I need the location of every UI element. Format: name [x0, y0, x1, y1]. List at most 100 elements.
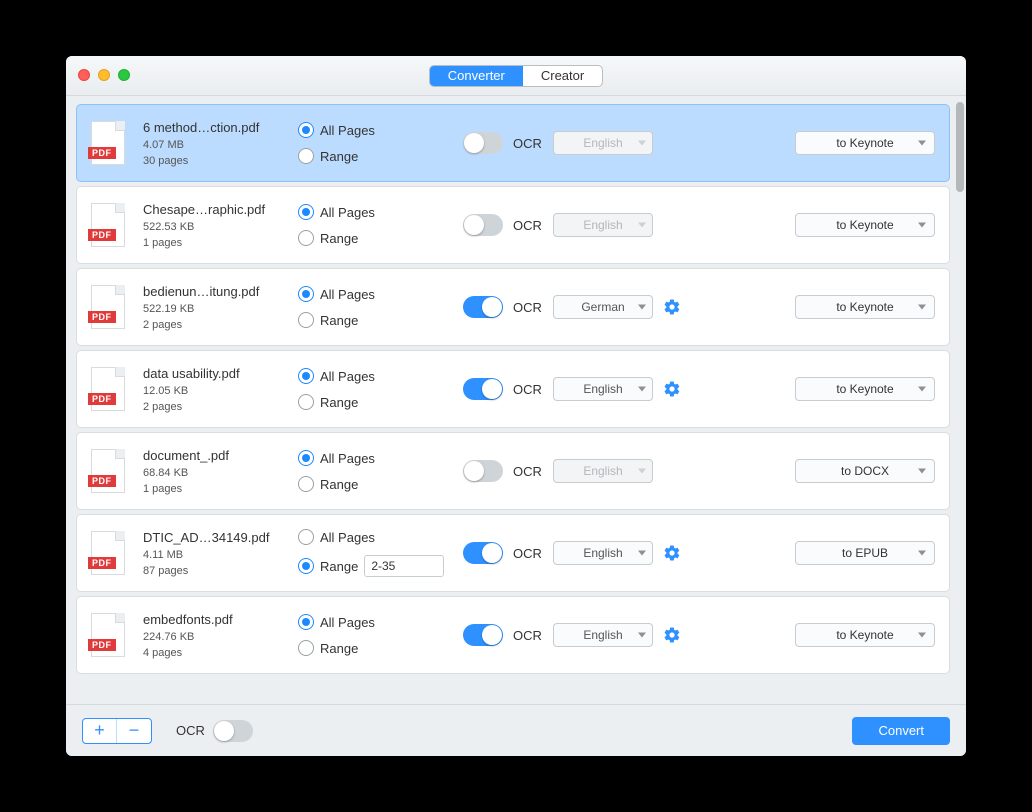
pdf-icon: PDF — [91, 367, 125, 411]
radio-all-pages-label: All Pages — [320, 205, 375, 220]
gear-icon[interactable] — [663, 298, 681, 316]
radio-all-pages[interactable] — [298, 368, 314, 384]
ocr-language-select[interactable]: English — [553, 459, 653, 483]
ocr-switch[interactable] — [463, 296, 503, 318]
convert-button[interactable]: Convert — [852, 717, 950, 745]
file-list: PDF 6 method…ction.pdf 4.07 MB 30 pages … — [66, 96, 966, 704]
file-row[interactable]: PDF data usability.pdf 12.05 KB 2 pages … — [76, 350, 950, 428]
gear-icon[interactable] — [663, 544, 681, 562]
chevron-down-icon — [638, 633, 646, 638]
output-format-select[interactable]: to Keynote — [795, 295, 935, 319]
file-pagecount: 1 pages — [143, 483, 298, 495]
file-name: data usability.pdf — [143, 366, 298, 381]
radio-all-pages[interactable] — [298, 614, 314, 630]
radio-range[interactable] — [298, 476, 314, 492]
ocr-language-value: English — [583, 218, 622, 232]
file-name: bedienun…itung.pdf — [143, 284, 298, 299]
output-format-select[interactable]: to Keynote — [795, 213, 935, 237]
radio-range[interactable] — [298, 640, 314, 656]
radio-range[interactable] — [298, 394, 314, 410]
radio-range[interactable] — [298, 148, 314, 164]
footer-ocr-switch[interactable] — [213, 720, 253, 742]
chevron-down-icon — [918, 469, 926, 474]
ocr-language-select[interactable]: English — [553, 377, 653, 401]
output-format-select[interactable]: to DOCX — [795, 459, 935, 483]
page-options: All Pages Range — [298, 204, 463, 246]
add-button[interactable]: + — [83, 719, 117, 743]
chevron-down-icon — [918, 223, 926, 228]
ocr-language-select[interactable]: English — [553, 131, 653, 155]
minimize-icon[interactable] — [98, 69, 110, 81]
ocr-language-value: English — [583, 464, 622, 478]
scrollbar-thumb[interactable] — [956, 102, 964, 192]
chevron-down-icon — [638, 551, 646, 556]
radio-all-pages[interactable] — [298, 122, 314, 138]
chevron-down-icon — [918, 305, 926, 310]
radio-all-pages[interactable] — [298, 529, 314, 545]
radio-range[interactable] — [298, 312, 314, 328]
file-row[interactable]: PDF Chesape…raphic.pdf 522.53 KB 1 pages… — [76, 186, 950, 264]
radio-range-label: Range — [320, 641, 358, 656]
radio-range[interactable] — [298, 558, 314, 574]
file-row[interactable]: PDF embedfonts.pdf 224.76 KB 4 pages All… — [76, 596, 950, 674]
tab-converter[interactable]: Converter — [430, 66, 523, 86]
ocr-controls: OCR English — [463, 459, 683, 483]
radio-all-pages-label: All Pages — [320, 451, 375, 466]
chevron-down-icon — [638, 223, 646, 228]
file-row[interactable]: PDF DTIC_AD…34149.pdf 4.11 MB 87 pages A… — [76, 514, 950, 592]
file-row[interactable]: PDF bedienun…itung.pdf 522.19 KB 2 pages… — [76, 268, 950, 346]
ocr-switch[interactable] — [463, 460, 503, 482]
ocr-switch[interactable] — [463, 624, 503, 646]
file-name: 6 method…ction.pdf — [143, 120, 298, 135]
file-meta: 6 method…ction.pdf 4.07 MB 30 pages — [143, 120, 298, 167]
output-format-value: to Keynote — [836, 136, 893, 150]
file-row[interactable]: PDF 6 method…ction.pdf 4.07 MB 30 pages … — [76, 104, 950, 182]
range-input[interactable] — [364, 555, 444, 577]
output-format-select[interactable]: to Keynote — [795, 377, 935, 401]
output-format-select[interactable]: to Keynote — [795, 623, 935, 647]
ocr-controls: OCR English — [463, 541, 683, 565]
file-row[interactable]: PDF document_.pdf 68.84 KB 1 pages All P… — [76, 432, 950, 510]
chevron-down-icon — [638, 387, 646, 392]
file-meta: bedienun…itung.pdf 522.19 KB 2 pages — [143, 284, 298, 331]
ocr-label: OCR — [513, 300, 543, 315]
file-pagecount: 87 pages — [143, 565, 298, 577]
file-pagecount: 2 pages — [143, 319, 298, 331]
output-format-select[interactable]: to Keynote — [795, 131, 935, 155]
ocr-label: OCR — [513, 628, 543, 643]
ocr-label: OCR — [513, 464, 543, 479]
radio-all-pages[interactable] — [298, 286, 314, 302]
app-window: Converter Creator PDF 6 method…ction.pdf… — [66, 56, 966, 756]
ocr-switch[interactable] — [463, 378, 503, 400]
output-format-value: to DOCX — [841, 464, 889, 478]
radio-all-pages-label: All Pages — [320, 287, 375, 302]
zoom-icon[interactable] — [118, 69, 130, 81]
remove-button[interactable]: − — [117, 719, 151, 743]
pdf-icon: PDF — [91, 613, 125, 657]
gear-icon[interactable] — [663, 626, 681, 644]
radio-all-pages-label: All Pages — [320, 615, 375, 630]
ocr-switch[interactable] — [463, 542, 503, 564]
radio-range[interactable] — [298, 230, 314, 246]
ocr-language-select[interactable]: English — [553, 623, 653, 647]
ocr-language-select[interactable]: English — [553, 213, 653, 237]
radio-all-pages-label: All Pages — [320, 369, 375, 384]
radio-range-label: Range — [320, 559, 358, 574]
tab-creator[interactable]: Creator — [523, 66, 602, 86]
gear-icon[interactable] — [663, 380, 681, 398]
output-format-select[interactable]: to EPUB — [795, 541, 935, 565]
file-size: 224.76 KB — [143, 631, 298, 643]
ocr-switch[interactable] — [463, 214, 503, 236]
ocr-switch[interactable] — [463, 132, 503, 154]
ocr-language-value: English — [583, 546, 622, 560]
file-size: 12.05 KB — [143, 385, 298, 397]
ocr-language-select[interactable]: English — [553, 541, 653, 565]
close-icon[interactable] — [78, 69, 90, 81]
chevron-down-icon — [918, 551, 926, 556]
ocr-language-select[interactable]: German — [553, 295, 653, 319]
file-pagecount: 2 pages — [143, 401, 298, 413]
radio-all-pages[interactable] — [298, 204, 314, 220]
ocr-label: OCR — [513, 136, 543, 151]
radio-all-pages[interactable] — [298, 450, 314, 466]
ocr-language-value: English — [583, 382, 622, 396]
